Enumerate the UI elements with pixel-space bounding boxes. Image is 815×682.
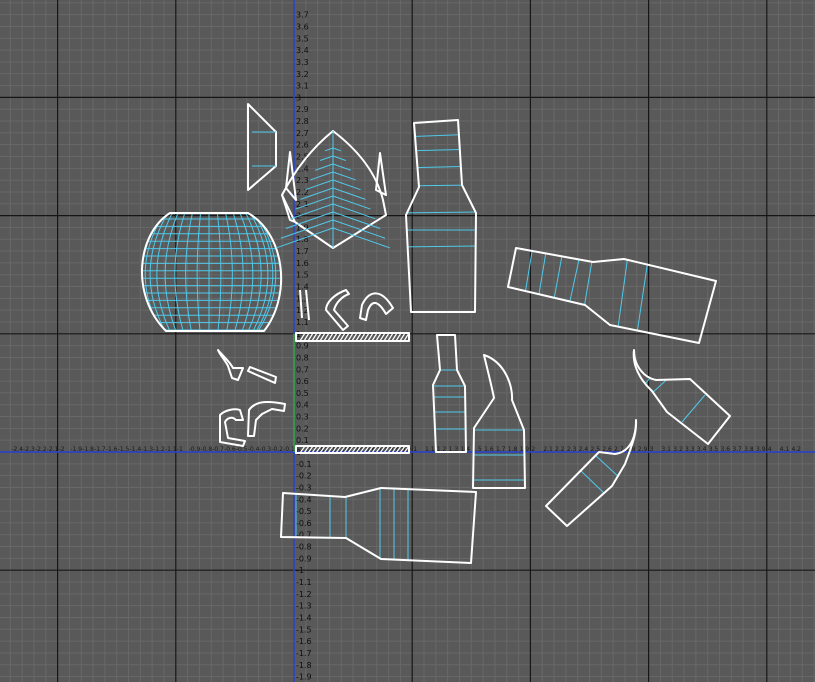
v-axis-tick-label: 3.3: [296, 58, 309, 67]
u-axis-tick-label: 4.1: [780, 446, 790, 453]
v-axis-tick-label: 1.8: [296, 235, 309, 244]
v-axis-tick-label: 0.7: [296, 365, 309, 374]
u-axis-tick-label: -0.9: [189, 446, 201, 453]
v-axis-tick-label: 2.8: [296, 117, 309, 126]
u-axis-tick-label: 2.4: [579, 446, 589, 453]
v-axis-tick-label: 2.1: [296, 200, 309, 209]
v-axis-tick-label: 0.8: [296, 353, 309, 362]
u-axis-tick-label: -1.4: [130, 446, 142, 453]
u-axis-tick-label: -0.1: [283, 446, 295, 453]
v-axis-tick-label: -1.7: [296, 649, 312, 658]
v-axis-tick-label: 2.3: [296, 176, 309, 185]
u-axis-tick-label: 3.3: [685, 446, 695, 453]
u-axis-tick-label: -1: [177, 446, 183, 453]
v-axis-tick-label: -1.2: [296, 590, 312, 599]
u-axis-tick-label: -1.1: [165, 446, 177, 453]
v-axis-tick-label: 3.1: [296, 82, 309, 91]
v-axis-tick-label: 1.7: [296, 247, 309, 256]
v-axis-tick-label: -0.3: [296, 483, 312, 492]
u-axis-tick-label: -1.5: [118, 446, 130, 453]
v-axis-tick-label: -0.2: [296, 472, 312, 481]
v-axis-tick-label: 3.6: [296, 22, 309, 31]
v-axis-tick-label: 3: [296, 93, 301, 102]
v-axis-tick-label: -0.5: [296, 507, 312, 516]
v-axis-tick-label: 0.5: [296, 389, 309, 398]
u-axis-tick-label: -1.9: [70, 446, 82, 453]
u-axis-tick-label: -2.2: [35, 446, 47, 453]
uv-viewport[interactable]: 3.73.63.53.43.33.23.132.92.82.72.62.52.4…: [0, 0, 815, 682]
u-axis-tick-label: -1.7: [94, 446, 106, 453]
u-axis-tick-label: 1.6: [484, 446, 494, 453]
u-axis-tick-label: 1.7: [496, 446, 506, 453]
v-axis-tick-label: 2.6: [296, 141, 309, 150]
u-axis-tick-label: -2.3: [23, 446, 35, 453]
u-axis-tick-label: -1.3: [141, 446, 153, 453]
u-axis-tick-label: 3.6: [721, 446, 731, 453]
v-axis-tick-label: -0.6: [296, 519, 312, 528]
v-axis-tick-label: 1.6: [296, 259, 309, 268]
u-axis-tick-label: -1.2: [153, 446, 165, 453]
u-axis-tick-label: -0.3: [260, 446, 272, 453]
v-axis-tick-label: -1.1: [296, 578, 312, 587]
v-axis-tick-label: -1: [296, 566, 304, 575]
u-axis-tick-label: 3.4: [697, 446, 707, 453]
v-axis-tick-label: -1.4: [296, 613, 312, 622]
v-axis-tick-label: 0.9: [296, 342, 309, 351]
u-axis-tick-label: 3.9: [756, 446, 766, 453]
u-axis-tick-label: -2: [59, 446, 65, 453]
u-axis-tick-label: 4: [768, 446, 772, 453]
u-axis-tick-label: 3: [650, 446, 654, 453]
v-axis-tick-label: -0.1: [296, 460, 312, 469]
u-axis-tick-label: 3.7: [732, 446, 742, 453]
u-axis-tick-label: 3.5: [709, 446, 719, 453]
u-axis-tick-label: -0.6: [224, 446, 236, 453]
u-axis-tick-label: -0.2: [271, 446, 283, 453]
u-axis-tick-label: -1.8: [82, 446, 94, 453]
v-axis-tick-label: 0.4: [296, 401, 309, 410]
u-axis-tick-label: 2: [531, 446, 535, 453]
u-axis-tick-label: -2.4: [11, 446, 23, 453]
u-axis-tick-label: 2.1: [543, 446, 553, 453]
u-axis-tick-label: 3.8: [744, 446, 754, 453]
u-axis-tick-label: -0.8: [200, 446, 212, 453]
u-axis-tick-label: -0.4: [248, 446, 260, 453]
v-axis-tick-label: 0.2: [296, 424, 309, 433]
u-axis-tick-label: 1.1: [425, 446, 435, 453]
u-axis-tick-label: 2.3: [567, 446, 577, 453]
v-axis-tick-label: -1.8: [296, 661, 312, 670]
v-axis-tick-label: 0.1: [296, 436, 309, 445]
u-axis-tick-label: -1.6: [106, 446, 118, 453]
u-axis-tick-label: -2.1: [47, 446, 59, 453]
u-axis-tick-label: -0.7: [212, 446, 224, 453]
u-axis-tick-label: 1.8: [508, 446, 518, 453]
v-axis-tick-label: -1.3: [296, 602, 312, 611]
v-axis-tick-label: -1.5: [296, 625, 312, 634]
u-axis-tick-label: 3.2: [673, 446, 683, 453]
v-axis-tick-label: 1.5: [296, 271, 309, 280]
u-axis-tick-label: 3.1: [661, 446, 671, 453]
u-axis-tick-label: -0.5: [236, 446, 248, 453]
v-axis-tick-label: 2.7: [296, 129, 309, 138]
v-axis-tick-label: 1.1: [296, 318, 309, 327]
v-axis-tick-label: -0.8: [296, 543, 312, 552]
u-axis-tick-label: 2.2: [555, 446, 565, 453]
v-axis-tick-label: -1.9: [296, 673, 312, 682]
u-axis-tick-label: 2.9: [638, 446, 648, 453]
v-axis-tick-label: 3.4: [296, 46, 309, 55]
v-axis-tick-label: 3.7: [296, 11, 309, 20]
u-axis-tick-label: 1: [413, 446, 417, 453]
uv-texture-editor[interactable]: 3.7 3.6 3.5 3.4 3.3 3.2 3.1 3 2.9 2.8 2.7 2.6 2.5 2.4…: [0, 0, 815, 682]
u-axis-tick-label: 4.2: [791, 446, 801, 453]
v-axis-tick-label: -0.4: [296, 495, 312, 504]
v-axis-tick-label: -0.9: [296, 554, 312, 563]
v-axis-tick-label: 0.3: [296, 413, 309, 422]
v-axis-tick-label: 3.5: [296, 34, 309, 43]
v-axis-tick-label: -1.6: [296, 637, 312, 646]
v-axis-tick-label: 3.2: [296, 70, 309, 79]
v-axis-tick-label: 2.9: [296, 105, 309, 114]
v-axis-tick-label: 0.6: [296, 377, 309, 386]
